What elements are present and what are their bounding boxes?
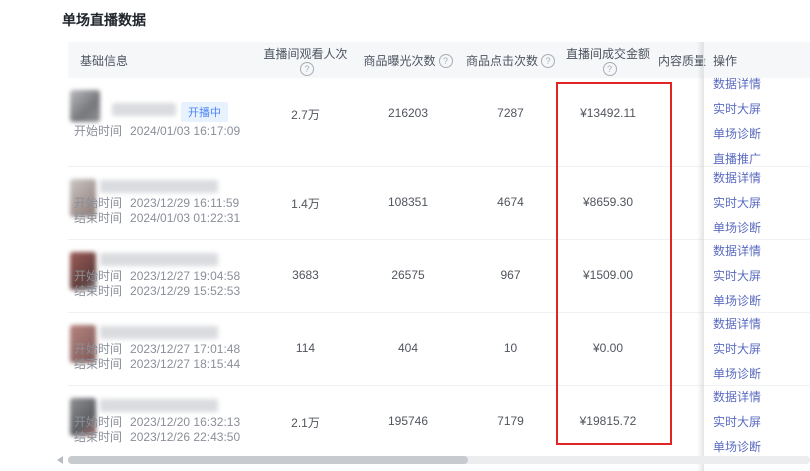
clicks-value: 10	[463, 313, 558, 385]
gmv-value: ¥13492.11	[558, 78, 658, 166]
action-session-diagnosis[interactable]: 单场诊断	[713, 289, 810, 314]
action-data-details[interactable]: 数据详情	[713, 239, 810, 264]
viewers-value: 2.1万	[258, 386, 353, 458]
status-badge: 开播中	[181, 102, 228, 122]
blurred-title	[112, 103, 176, 116]
row-actions: 数据详情 实时大屏 单场诊断	[703, 240, 810, 312]
action-data-details[interactable]: 数据详情	[713, 385, 810, 410]
session-basic-info: 开始时间2023/12/20 16:32:13 结束时间2023/12/26 2…	[68, 386, 258, 458]
col-header-actions: 操作	[703, 52, 810, 69]
session-times: 开始时间2023/12/27 17:01:48 结束时间2023/12/27 1…	[74, 342, 240, 372]
action-realtime-screen[interactable]: 实时大屏	[713, 97, 810, 122]
exposures-value: 216203	[353, 78, 463, 166]
live-data-page: 单场直播数据 基础信息 直播间观看人次? 商品曝光次数? 商品点击次数? 直播间…	[0, 0, 810, 471]
horizontal-scrollbar-thumb[interactable]	[68, 456, 468, 464]
table-header-row: 基础信息 直播间观看人次? 商品曝光次数? 商品点击次数? 直播间成交金额? 内…	[68, 42, 810, 78]
gmv-value: ¥19815.72	[558, 386, 658, 458]
row-actions: 数据详情 实时大屏 单场诊断	[703, 313, 810, 385]
row-actions: 数据详情 实时大屏 单场诊断	[703, 386, 810, 458]
row-actions: 数据详情 实时大屏 单场诊断	[703, 167, 810, 239]
session-basic-info: 开播中 开始时间2024/01/03 16:17:09	[68, 78, 258, 166]
viewers-value: 2.7万	[258, 78, 353, 166]
live-sessions-table: 基础信息 直播间观看人次? 商品曝光次数? 商品点击次数? 直播间成交金额? 内…	[68, 42, 810, 455]
session-times: 开始时间2023/12/29 16:11:59 结束时间2024/01/03 0…	[74, 196, 240, 226]
table-row: 开始时间2023/12/20 16:32:13 结束时间2023/12/26 2…	[68, 386, 810, 459]
clicks-value: 7179	[463, 386, 558, 458]
row-actions: 数据详情 实时大屏 单场诊断 直播推广	[703, 78, 810, 166]
gmv-value: ¥1509.00	[558, 240, 658, 312]
blurred-title	[100, 180, 218, 193]
exposures-value: 26575	[353, 240, 463, 312]
clicks-value: 4674	[463, 167, 558, 239]
session-times: 开始时间2024/01/03 16:17:09	[74, 124, 240, 139]
blurred-title	[100, 253, 218, 266]
action-realtime-screen[interactable]: 实时大屏	[713, 191, 810, 216]
exposures-value: 404	[353, 313, 463, 385]
action-realtime-screen[interactable]: 实时大屏	[713, 410, 810, 435]
session-basic-info: 开始时间2023/12/27 19:04:58 结束时间2023/12/29 1…	[68, 240, 258, 312]
action-session-diagnosis[interactable]: 单场诊断	[713, 122, 810, 147]
cover-thumbnail	[70, 90, 100, 122]
action-data-details[interactable]: 数据详情	[713, 166, 810, 191]
quality-value	[658, 240, 703, 312]
page-title: 单场直播数据	[62, 10, 146, 30]
gmv-value: ¥0.00	[558, 313, 658, 385]
quality-value	[658, 386, 703, 458]
col-header-quality: 内容质量	[658, 52, 703, 69]
quality-value	[658, 313, 703, 385]
blurred-title	[100, 399, 218, 412]
info-icon[interactable]: ?	[541, 54, 555, 68]
exposures-value: 195746	[353, 386, 463, 458]
info-icon[interactable]: ?	[603, 62, 617, 76]
horizontal-scrollbar-track[interactable]	[68, 456, 810, 464]
viewers-value: 114	[258, 313, 353, 385]
exposures-value: 108351	[353, 167, 463, 239]
col-header-viewers: 直播间观看人次?	[258, 45, 353, 76]
col-header-basic-info: 基础信息	[68, 52, 258, 69]
blurred-title	[100, 326, 218, 339]
action-realtime-screen[interactable]: 实时大屏	[713, 337, 810, 362]
session-times: 开始时间2023/12/20 16:32:13 结束时间2023/12/26 2…	[74, 415, 240, 445]
info-icon[interactable]: ?	[439, 54, 453, 68]
action-session-diagnosis[interactable]: 单场诊断	[713, 216, 810, 241]
table-row: 开始时间2023/12/27 17:01:48 结束时间2023/12/27 1…	[68, 313, 810, 386]
action-data-details[interactable]: 数据详情	[713, 312, 810, 337]
scroll-left-arrow-icon[interactable]	[57, 456, 63, 464]
col-header-gmv: 直播间成交金额?	[558, 45, 658, 76]
quality-value	[658, 78, 703, 166]
session-times: 开始时间2023/12/27 19:04:58 结束时间2023/12/29 1…	[74, 269, 240, 299]
action-data-details[interactable]: 数据详情	[713, 72, 810, 97]
col-header-clicks: 商品点击次数?	[463, 52, 558, 69]
gmv-value: ¥8659.30	[558, 167, 658, 239]
col-header-exposures: 商品曝光次数?	[353, 52, 463, 69]
quality-value	[658, 167, 703, 239]
table-row: 开始时间2023/12/29 16:11:59 结束时间2024/01/03 0…	[68, 167, 810, 240]
action-session-diagnosis[interactable]: 单场诊断	[713, 362, 810, 387]
table-row: 开播中 开始时间2024/01/03 16:17:09 2.7万 216203 …	[68, 78, 810, 167]
table-row: 开始时间2023/12/27 19:04:58 结束时间2023/12/29 1…	[68, 240, 810, 313]
viewers-value: 1.4万	[258, 167, 353, 239]
viewers-value: 3683	[258, 240, 353, 312]
clicks-value: 967	[463, 240, 558, 312]
session-basic-info: 开始时间2023/12/27 17:01:48 结束时间2023/12/27 1…	[68, 313, 258, 385]
action-realtime-screen[interactable]: 实时大屏	[713, 264, 810, 289]
clicks-value: 7287	[463, 78, 558, 166]
session-basic-info: 开始时间2023/12/29 16:11:59 结束时间2024/01/03 0…	[68, 167, 258, 239]
info-icon[interactable]: ?	[300, 62, 314, 76]
